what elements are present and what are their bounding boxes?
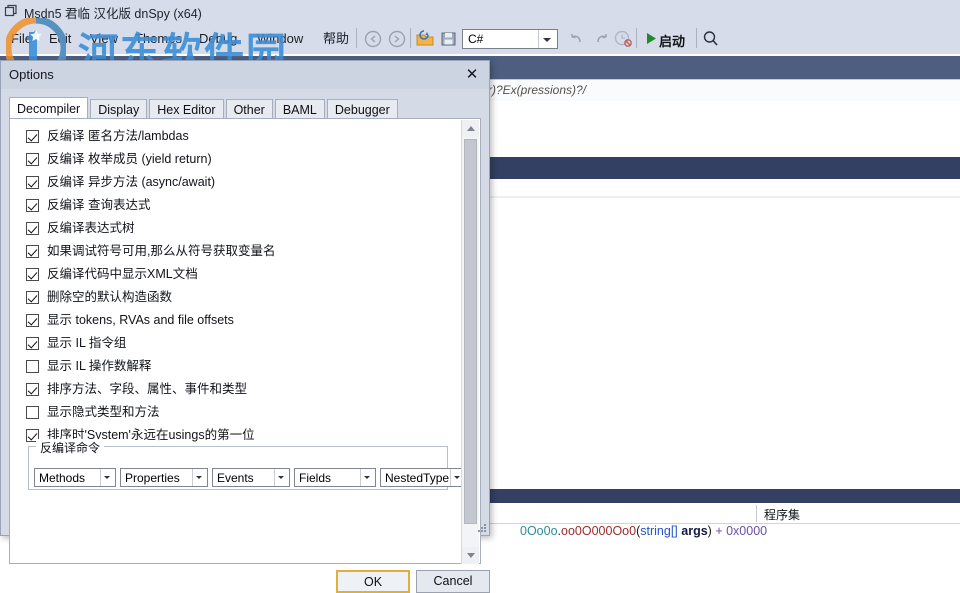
window-icon (4, 4, 18, 18)
language-value: C# (468, 32, 484, 46)
checkbox-sort-members[interactable] (26, 383, 39, 396)
options-checkbox-list: 反编译 匿名方法/lambdas 反编译 枚举成员 (yield return)… (10, 119, 462, 563)
checkbox-show-tokens-rvas[interactable] (26, 314, 39, 327)
checkbox-show-hidden-types[interactable] (26, 406, 39, 419)
combo-methods[interactable]: Methods (34, 468, 116, 487)
option-label: 反编译代码中显示XML文档 (47, 267, 198, 281)
scrollbar-thumb[interactable] (464, 139, 477, 524)
chevron-down-icon[interactable] (538, 30, 555, 48)
checkbox-decompile-expression-tree[interactable] (26, 222, 39, 235)
tab-hex-editor[interactable]: Hex Editor (149, 99, 224, 119)
toolbar-separator-3 (636, 28, 637, 48)
option-label: 如果调试符号可用,那么从符号获取变量名 (47, 244, 276, 258)
search-filter-text: r)?Ex(pressions)?/ (488, 83, 587, 97)
option-label: 反编译 枚举成员 (yield return) (47, 152, 212, 166)
cancel-button[interactable]: Cancel (416, 570, 490, 593)
scroll-down-arrow-icon[interactable] (462, 547, 479, 564)
magnifier-icon[interactable] (700, 28, 722, 49)
combo-properties-value: Properties (125, 471, 180, 485)
option-label: 反编译 匿名方法/lambdas (47, 129, 189, 143)
menu-item-file[interactable]: File (4, 29, 39, 49)
toolbar-separator-4 (696, 28, 697, 48)
option-label: 排序方法、字段、属性、事件和类型 (47, 382, 248, 396)
code-plus: + (711, 524, 727, 538)
options-vertical-scrollbar[interactable] (461, 120, 479, 564)
checkbox-remove-empty-ctor[interactable] (26, 291, 39, 304)
tab-debugger[interactable]: Debugger (326, 99, 398, 119)
option-label: 反编译 查询表达式 (47, 198, 151, 212)
forward-arrow-icon[interactable] (386, 28, 408, 49)
checkbox-decompile-async[interactable] (26, 176, 39, 189)
combo-events[interactable]: Events (212, 468, 290, 487)
combo-nested-types-value: NestedType (385, 471, 450, 485)
chevron-down-icon[interactable] (360, 469, 375, 486)
combo-fields-value: Fields (299, 471, 332, 485)
redo-icon[interactable] (590, 28, 612, 49)
checkbox-show-il-blocks[interactable] (26, 337, 39, 350)
checkbox-decompile-yield[interactable] (26, 153, 39, 166)
combo-events-value: Events (217, 471, 254, 485)
dialog-tab-bar: Decompiler Display Hex Editor Other BAML Debu… (9, 97, 400, 119)
chevron-down-icon[interactable] (192, 469, 207, 486)
option-label: 反编译 异步方法 (async/await) (47, 175, 216, 189)
scroll-up-arrow-icon[interactable] (462, 120, 479, 137)
combo-fields[interactable]: Fields (294, 468, 376, 487)
decompile-order-legend: 反编译命令 (36, 439, 105, 456)
tab-display[interactable]: Display (90, 99, 148, 119)
option-label: 显示 IL 操作数解释 (47, 359, 152, 373)
checkbox-decompile-lambdas[interactable] (26, 130, 39, 143)
column-header-assembly: 程序集 (764, 508, 801, 522)
code-type-string: string (640, 524, 671, 538)
back-arrow-icon[interactable] (362, 28, 384, 49)
toolbar-separator-1 (356, 28, 357, 48)
chevron-down-icon[interactable] (274, 469, 289, 486)
open-folder-icon[interactable] (414, 28, 436, 49)
window-title-bar: Msdn5 君临 汉化版 dnSpy (x64) (0, 0, 960, 24)
toolbar-separator-2 (410, 28, 411, 48)
option-label: 显示隐式类型和方法 (47, 405, 160, 419)
resize-grip-icon[interactable] (475, 521, 487, 533)
code-identifier-2: oo0O000Oo0 (561, 524, 637, 538)
close-icon[interactable]: ✕ (461, 65, 483, 85)
combo-properties[interactable]: Properties (120, 468, 208, 487)
combo-nested-types[interactable]: NestedType (380, 468, 462, 487)
chevron-down-icon[interactable] (100, 469, 115, 486)
menu-item-edit[interactable]: Edit (42, 29, 78, 49)
start-button-label[interactable]: 启动 (659, 31, 685, 50)
language-combo[interactable]: C# (462, 29, 558, 49)
dialog-title: Options (9, 67, 54, 82)
checkbox-use-debug-symbols[interactable] (26, 245, 39, 258)
code-arg-name: args (681, 524, 708, 538)
menu-item-view[interactable]: View (83, 29, 125, 49)
window-title: Msdn5 君临 汉化版 dnSpy (x64) (24, 7, 202, 21)
column-divider (756, 505, 757, 522)
history-clock-icon[interactable] (612, 28, 634, 49)
dialog-title-bar: Options ✕ (1, 61, 489, 89)
menu-item-help[interactable]: 帮助 (316, 29, 356, 49)
menu-item-window[interactable]: Window (250, 29, 310, 49)
menu-item-themes[interactable]: Themes (128, 29, 189, 49)
tab-decompiler[interactable]: Decompiler (9, 97, 89, 119)
checkbox-decompile-query[interactable] (26, 199, 39, 212)
options-dialog: Options ✕ Decompiler Display Hex Editor Oth… (0, 60, 490, 593)
tab-baml[interactable]: BAML (274, 99, 325, 119)
code-brackets: [] (670, 524, 678, 538)
code-identifier-1: 0Oo0o (520, 524, 558, 538)
ok-button[interactable]: OK (336, 570, 410, 593)
combo-methods-value: Methods (39, 471, 86, 485)
menu-item-debug[interactable]: Debug (192, 29, 244, 49)
decompiler-tab-panel: 反编译 匿名方法/lambdas 反编译 枚举成员 (yield return)… (9, 118, 481, 564)
checkbox-show-xml-doc[interactable] (26, 268, 39, 281)
undo-icon[interactable] (566, 28, 588, 49)
code-offset: 0x0000 (726, 524, 768, 538)
checkbox-show-il-operand-comments[interactable] (26, 360, 39, 373)
option-label: 显示 tokens, RVAs and file offsets (47, 313, 234, 327)
option-label: 反编译表达式树 (47, 221, 135, 235)
tab-other[interactable]: Other (225, 99, 273, 119)
save-icon[interactable] (438, 28, 460, 49)
option-label: 显示 IL 指令组 (47, 336, 127, 350)
option-label: 删除空的默认构造函数 (47, 290, 173, 304)
